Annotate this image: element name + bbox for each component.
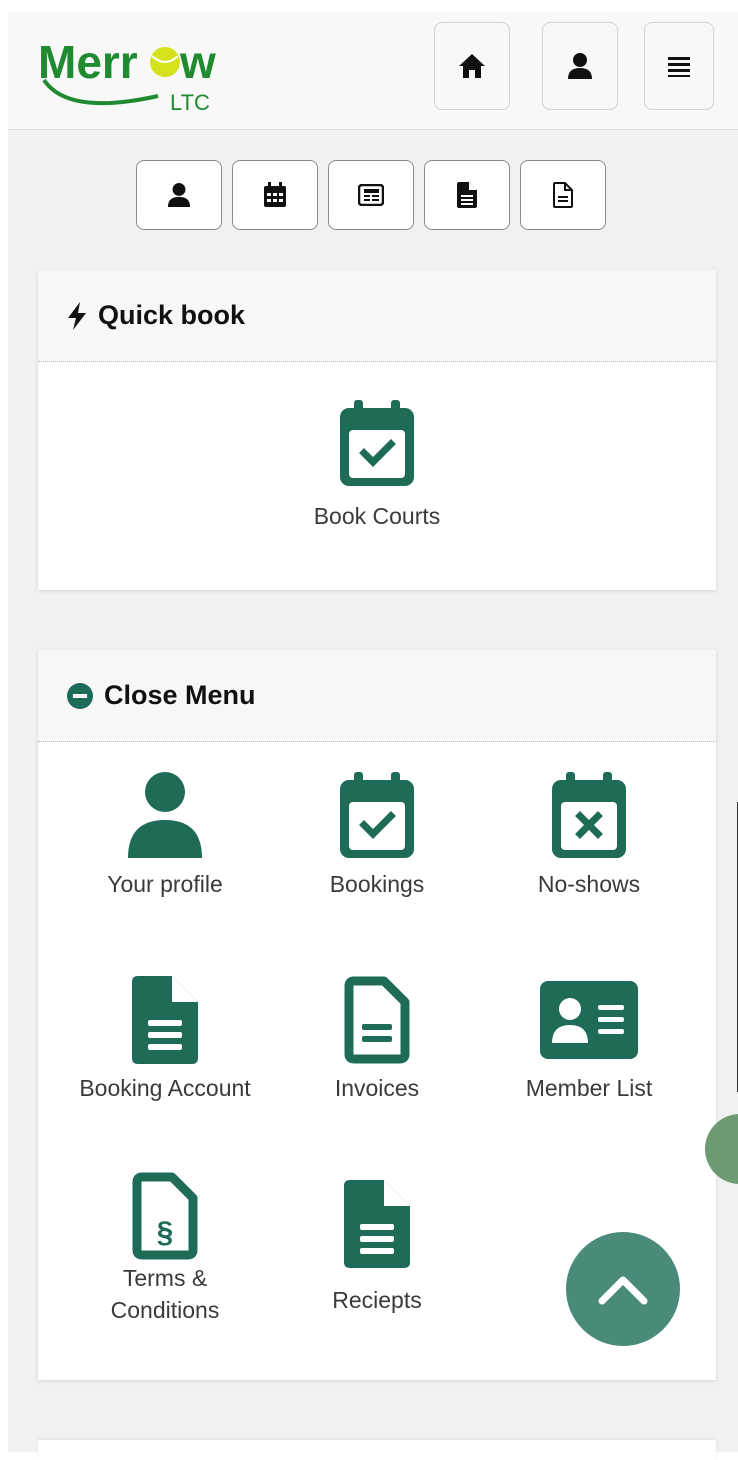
invoices-label: Invoices xyxy=(334,1075,420,1101)
user-icon xyxy=(128,772,202,858)
bolt-icon xyxy=(68,301,86,330)
file-text-icon xyxy=(344,1180,410,1268)
id-card-icon xyxy=(540,981,638,1059)
no-shows-label: No-shows xyxy=(537,871,641,897)
next-card-edge xyxy=(38,1440,716,1460)
top-nav-bar: Merr w LTC xyxy=(8,12,738,130)
quick-book-card: Quick book Book Courts xyxy=(38,270,716,590)
svg-text:w: w xyxy=(179,36,216,88)
chevron-up-icon xyxy=(598,1276,648,1305)
calendar-icon xyxy=(264,182,286,207)
booking-account-label: Booking Account xyxy=(79,1075,251,1101)
member-list-label: Member List xyxy=(525,1075,653,1101)
menu-title: Close Menu xyxy=(104,680,256,710)
bookings-label: Bookings xyxy=(329,871,425,897)
booking-account-tile[interactable]: Booking Account xyxy=(60,976,270,1104)
book-courts-tile[interactable]: Book Courts xyxy=(277,400,477,532)
terms-label-line1: Terms & xyxy=(122,1265,208,1291)
minus-circle-icon xyxy=(67,682,93,709)
svg-text:§: § xyxy=(157,1216,174,1249)
menu-button[interactable] xyxy=(644,22,714,110)
receipts-tile[interactable]: Reciepts xyxy=(272,1180,482,1316)
menu-icon xyxy=(668,57,690,77)
invoices-tile[interactable]: Invoices xyxy=(272,976,482,1104)
scroll-to-top-button[interactable] xyxy=(566,1232,680,1346)
member-list-icon-wrap xyxy=(484,976,694,1064)
your-profile-label: Your profile xyxy=(107,871,223,897)
receipts-label: Reciepts xyxy=(332,1287,422,1313)
file-outline-icon xyxy=(553,182,573,208)
file-outline-icon xyxy=(344,976,410,1064)
menu-header[interactable]: Close Menu xyxy=(38,650,716,742)
merrow-ltc-logo[interactable]: Merr w LTC xyxy=(38,28,248,120)
svg-text:LTC: LTC xyxy=(170,90,210,115)
quick-invoice-button[interactable] xyxy=(520,160,606,230)
user-icon xyxy=(167,183,191,207)
quick-news-button[interactable] xyxy=(328,160,414,230)
home-button[interactable] xyxy=(434,22,510,110)
calendar-check-icon xyxy=(340,400,414,486)
quick-account-button[interactable] xyxy=(424,160,510,230)
your-profile-tile[interactable]: Your profile xyxy=(60,772,270,900)
bookings-tile[interactable]: Bookings xyxy=(272,772,482,900)
file-text-icon xyxy=(457,182,477,208)
book-courts-label: Book Courts xyxy=(313,503,441,529)
calendar-x-icon xyxy=(552,772,626,858)
newspaper-icon xyxy=(358,184,384,206)
quick-profile-button[interactable] xyxy=(136,160,222,230)
quick-book-header: Quick book xyxy=(38,270,716,362)
quick-book-title: Quick book xyxy=(98,300,246,330)
user-icon xyxy=(568,53,592,79)
member-list-tile[interactable]: Member List xyxy=(484,976,694,1104)
svg-text:Merr: Merr xyxy=(38,36,138,88)
no-shows-tile[interactable]: No-shows xyxy=(484,772,694,900)
terms-label-line2: Conditions xyxy=(110,1297,220,1323)
home-icon xyxy=(459,54,485,78)
file-text-icon xyxy=(132,976,198,1064)
profile-button[interactable] xyxy=(542,22,618,110)
quick-calendar-button[interactable] xyxy=(232,160,318,230)
calendar-check-icon xyxy=(340,772,414,858)
terms-conditions-tile[interactable]: § Terms & Conditions xyxy=(60,1172,270,1326)
app-page: Merr w LTC Quick book Book Courts Close … xyxy=(8,12,738,1460)
file-section-icon: § xyxy=(132,1172,198,1260)
